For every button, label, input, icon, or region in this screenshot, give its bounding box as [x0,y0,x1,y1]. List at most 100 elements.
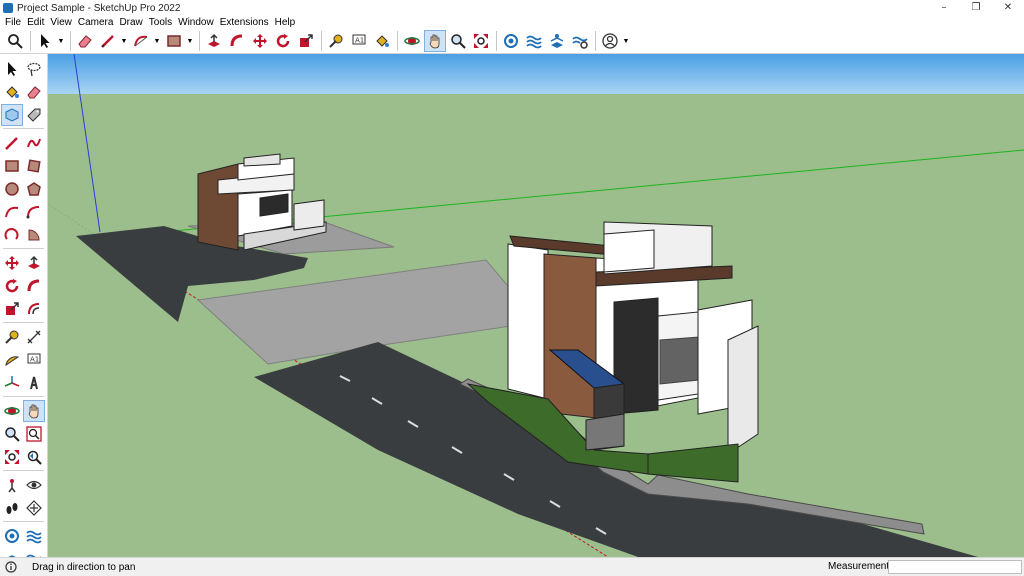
select-arrow-icon[interactable] [1,58,23,80]
menu-edit[interactable]: Edit [24,17,47,28]
minimize-button[interactable]: – [928,0,960,16]
menu-file[interactable]: File [2,17,24,28]
toolbar-separator [595,31,596,51]
chevron-down-icon[interactable]: ▼ [186,30,194,52]
eraser-icon[interactable] [23,81,45,103]
protractor-icon[interactable] [1,349,23,371]
window-controls: – ❐ ✕ [928,0,1024,16]
tape-measure-icon[interactable] [1,326,23,348]
move-icon[interactable] [1,252,23,274]
title-bar: Project Sample - SketchUp Pro 2022 – ❐ ✕ [0,0,1024,16]
section-plane-icon[interactable] [23,497,45,519]
drawing-viewport[interactable] [48,54,1024,557]
chevron-down-icon[interactable]: ▼ [57,30,65,52]
menu-window[interactable]: Window [175,17,217,28]
move-icon[interactable] [249,30,271,52]
menu-bar: File Edit View Camera Draw Tools Window … [0,16,1024,29]
arc-icon[interactable] [1,201,23,223]
pencil-line-icon[interactable] [97,30,119,52]
rotated-rectangle-icon[interactable] [23,155,45,177]
two-point-arc-icon[interactable] [23,201,45,223]
extension-warehouse-icon[interactable] [23,525,45,547]
select-arrow-icon[interactable] [34,30,56,52]
status-bar: Drag in direction to pan Measurements [0,557,1024,576]
menu-camera[interactable]: Camera [75,17,117,28]
tape-measure-icon[interactable] [325,30,347,52]
freehand-icon[interactable] [23,132,45,154]
three-point-arc-icon[interactable] [1,224,23,246]
walk-icon[interactable] [1,497,23,519]
look-around-icon[interactable] [23,474,45,496]
3d-warehouse-icon[interactable] [500,30,522,52]
3d-text-icon[interactable] [23,372,45,394]
rotate-icon[interactable] [272,30,294,52]
dimension-icon[interactable] [23,326,45,348]
maximize-button[interactable]: ❐ [960,0,992,16]
menu-extensions[interactable]: Extensions [217,17,272,28]
lasso-select-icon[interactable] [23,58,45,80]
orbit-icon[interactable] [1,400,23,422]
pencil-line-icon[interactable] [1,132,23,154]
search-icon[interactable] [4,30,26,52]
menu-tools[interactable]: Tools [146,17,175,28]
extension-manager-icon[interactable] [569,30,591,52]
layout-icon[interactable] [546,30,568,52]
tag-icon[interactable] [23,104,45,126]
chevron-down-icon[interactable]: ▼ [153,30,161,52]
scale-icon[interactable] [1,298,23,320]
measurements-label: Measurements [828,561,895,572]
orbit-icon[interactable] [401,30,423,52]
make-component-icon[interactable] [1,104,23,126]
zoom-icon[interactable] [1,423,23,445]
follow-me-icon[interactable] [226,30,248,52]
pan-icon[interactable] [23,400,45,422]
text-icon[interactable]: A1 [348,30,370,52]
position-camera-icon[interactable] [1,474,23,496]
push-pull-icon[interactable] [23,252,45,274]
zoom-window-icon[interactable] [23,423,45,445]
circle-icon[interactable] [1,178,23,200]
previous-view-icon[interactable] [23,446,45,468]
window-title: Project Sample - SketchUp Pro 2022 [17,2,181,14]
svg-text:A1: A1 [355,37,364,45]
pan-icon[interactable] [424,30,446,52]
3d-warehouse-icon[interactable] [1,525,23,547]
menu-draw[interactable]: Draw [116,17,145,28]
toolbar-separator [3,396,44,397]
toolbar-separator [3,322,44,323]
menu-help[interactable]: Help [272,17,299,28]
rotate-icon[interactable] [1,275,23,297]
push-pull-icon[interactable] [203,30,225,52]
extension-warehouse-icon[interactable] [523,30,545,52]
paint-bucket-icon[interactable] [1,81,23,103]
svg-text:A1: A1 [30,356,39,364]
chevron-down-icon[interactable]: ▼ [622,30,630,52]
sky [48,54,1024,94]
scene-canvas[interactable] [48,54,1024,557]
zoom-icon[interactable] [447,30,469,52]
rectangle-icon[interactable] [1,155,23,177]
menu-view[interactable]: View [47,17,75,28]
axes-icon[interactable] [1,372,23,394]
left-toolbar: A1 [0,54,48,566]
pie-icon[interactable] [23,224,45,246]
measurements-input[interactable] [888,560,1022,574]
chevron-down-icon[interactable]: ▼ [120,30,128,52]
scale-icon[interactable] [295,30,317,52]
close-button[interactable]: ✕ [992,0,1024,16]
text-icon[interactable]: A1 [23,349,45,371]
zoom-extents-icon[interactable] [470,30,492,52]
follow-me-icon[interactable] [23,275,45,297]
arc-icon[interactable] [130,30,152,52]
user-account-icon[interactable] [599,30,621,52]
toolbar-separator [3,470,44,471]
paint-bucket-icon[interactable] [371,30,393,52]
polygon-icon[interactable] [23,178,45,200]
toolbar-separator [3,521,44,522]
zoom-extents-icon[interactable] [1,446,23,468]
eraser-icon[interactable] [74,30,96,52]
info-icon[interactable] [4,560,18,574]
toolbar-separator [496,31,497,51]
rectangle-icon[interactable] [163,30,185,52]
offset-icon[interactable] [23,298,45,320]
